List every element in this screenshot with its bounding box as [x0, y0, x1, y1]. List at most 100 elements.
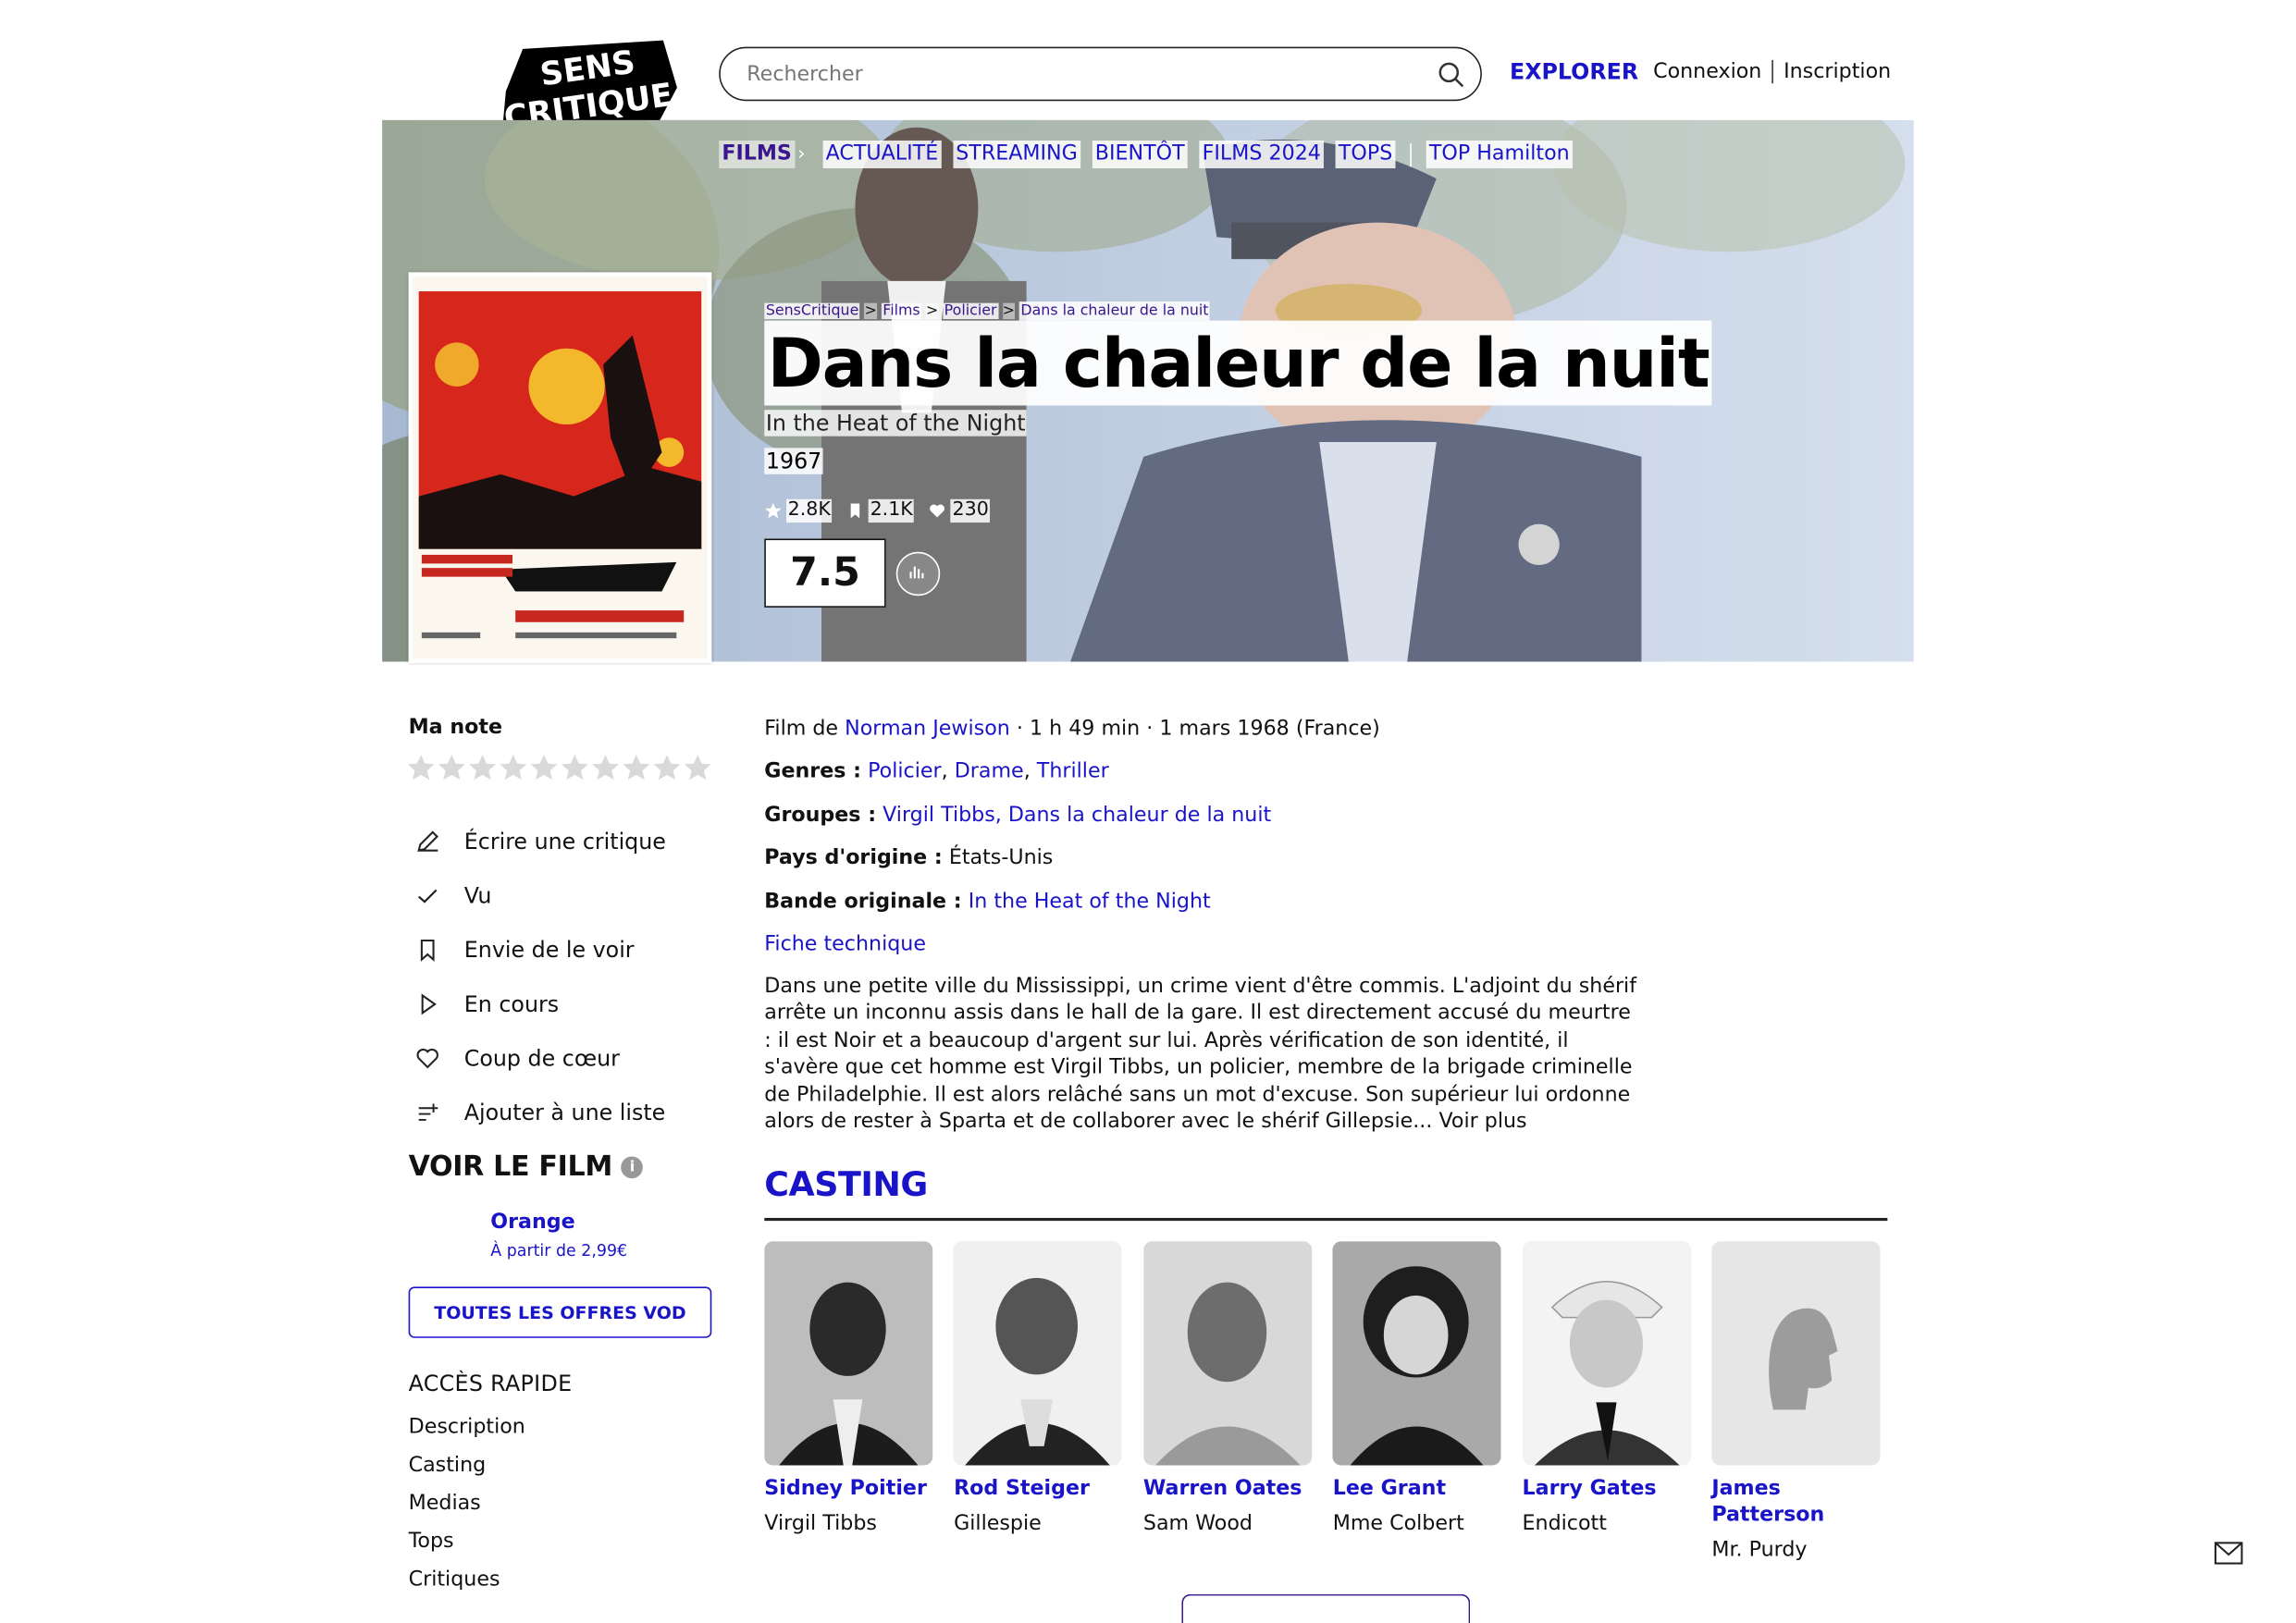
actor-name[interactable]: Sidney Poitier — [764, 1476, 932, 1502]
search-input[interactable] — [747, 58, 1391, 92]
rating-star-icon[interactable] — [528, 753, 559, 783]
wishlist-action[interactable]: Envie de le voir — [414, 922, 666, 977]
cast-card[interactable]: Warren Oates Sam Wood — [1142, 1241, 1312, 1563]
breadcrumb-policier[interactable]: Policier — [943, 301, 999, 321]
breadcrumb-home[interactable]: SensCritique — [764, 301, 860, 321]
actor-photo[interactable] — [954, 1241, 1123, 1466]
nav-actualite[interactable]: ACTUALITÉ — [822, 140, 942, 169]
in-progress-action[interactable]: En cours — [414, 977, 666, 1031]
film-year: 1967 — [764, 448, 823, 474]
provider-orange[interactable]: Orange — [490, 1211, 574, 1234]
genre-thriller[interactable]: Thriller — [1037, 760, 1109, 783]
quick-link-medias[interactable]: Medias — [409, 1487, 525, 1525]
auth-divider — [1771, 59, 1774, 84]
login-link[interactable]: Connexion — [1653, 60, 1761, 83]
breadcrumb: SensCritique > Films > Policier > Dans l… — [764, 301, 1211, 321]
actor-role: Mr. Purdy — [1711, 1538, 1808, 1562]
actor-photo[interactable] — [1522, 1241, 1691, 1466]
actor-role: Mme Colbert — [1332, 1512, 1464, 1536]
tech-sheet-link[interactable]: Fiche technique — [764, 932, 926, 955]
breadcrumb-current: Dans la chaleur de la nuit — [1018, 301, 1211, 321]
cast-card[interactable]: Lee Grant Mme Colbert — [1332, 1241, 1501, 1563]
film-poster[interactable] — [408, 272, 712, 664]
cast-card[interactable]: Larry Gates Endicott — [1522, 1241, 1691, 1563]
country-line: Pays d'origine : États-Unis — [764, 846, 1054, 870]
synopsis: Dans une petite ville du Mississippi, un… — [764, 974, 1643, 1136]
quick-link-description[interactable]: Description — [409, 1411, 525, 1449]
actor-photo[interactable] — [764, 1241, 933, 1466]
cast-card[interactable]: James Patterson Mr. Purdy — [1711, 1241, 1881, 1563]
heart-icon — [416, 1048, 438, 1068]
breadcrumb-separator: > — [926, 302, 939, 320]
nav-top-hamilton[interactable]: TOP Hamilton — [1426, 140, 1573, 169]
rating-star-icon[interactable] — [560, 753, 590, 783]
search-bar[interactable] — [719, 46, 1482, 102]
signup-link[interactable]: Inscription — [1784, 60, 1891, 83]
nav-films-2024[interactable]: FILMS 2024 — [1199, 140, 1325, 169]
explorer-link[interactable]: EXPLORER — [1510, 58, 1638, 84]
chevron-right-icon: › — [797, 143, 806, 166]
bookmark-icon — [850, 503, 860, 519]
mail-icon[interactable] — [2214, 1542, 2243, 1565]
actor-name[interactable]: Warren Oates — [1143, 1476, 1312, 1502]
list-add-icon — [418, 1102, 438, 1121]
breadcrumb-separator: > — [1002, 302, 1016, 320]
actor-name[interactable]: Rod Steiger — [954, 1476, 1122, 1502]
rating-star-icon[interactable] — [467, 753, 498, 783]
director-link[interactable]: Norman Jewison — [845, 718, 1010, 741]
ratings-count: 2.8K — [764, 498, 833, 523]
genre-drame[interactable]: Drame — [955, 760, 1024, 783]
heart-icon — [930, 504, 945, 518]
actor-photo[interactable] — [1332, 1241, 1501, 1466]
star-icon — [764, 502, 782, 519]
info-icon[interactable]: i — [621, 1155, 644, 1178]
favorite-action[interactable]: Coup de cœur — [414, 1030, 666, 1085]
bar-chart-icon — [909, 566, 924, 579]
rating-stars[interactable] — [405, 753, 712, 783]
provider-price: À partir de 2,99€ — [490, 1241, 628, 1260]
film-actions: Écrire une critique Vu Envie de le voir … — [414, 814, 666, 1138]
nav-bientot[interactable]: BIENTÔT — [1092, 140, 1188, 169]
nav-tops[interactable]: TOPS — [1335, 140, 1396, 169]
actor-name[interactable]: Larry Gates — [1523, 1476, 1691, 1502]
cast-card[interactable]: Sidney Poitier Virgil Tibbs — [764, 1241, 933, 1563]
rating-star-icon[interactable] — [498, 753, 528, 783]
search-icon[interactable] — [1437, 60, 1466, 90]
rating-star-icon[interactable] — [590, 753, 621, 783]
genres-line: Genres : Policier, Drame, Thriller — [764, 760, 1109, 784]
tech-sheet-line: Fiche technique — [764, 931, 1380, 975]
actor-role: Gillespie — [954, 1512, 1042, 1536]
nav-films[interactable]: FILMS — [719, 140, 796, 169]
bookmark-icon — [420, 939, 435, 962]
rating-star-icon[interactable] — [683, 753, 713, 783]
actor-name[interactable]: Lee Grant — [1333, 1476, 1501, 1502]
add-to-list-action[interactable]: Ajouter à une liste — [414, 1085, 666, 1139]
groups-link[interactable]: Virgil Tibbs, Dans la chaleur de la nuit — [883, 804, 1271, 827]
quick-link-casting[interactable]: Casting — [409, 1449, 525, 1487]
quick-access-heading: ACCÈS RAPIDE — [408, 1370, 573, 1397]
actor-photo-placeholder[interactable] — [1711, 1241, 1881, 1466]
rating-distribution-button[interactable] — [895, 551, 941, 596]
rating-star-icon[interactable] — [651, 753, 682, 783]
watch-film-heading: VOIR LE FILM i — [409, 1150, 644, 1183]
quick-link-critiques[interactable]: Critiques — [409, 1564, 525, 1602]
write-review-action[interactable]: Écrire une critique — [414, 814, 666, 868]
all-vod-offers-button[interactable]: TOUTES LES OFFRES VOD — [408, 1286, 712, 1338]
quick-link-tops[interactable]: Tops — [409, 1525, 525, 1563]
see-more-cast-button[interactable] — [1181, 1593, 1471, 1623]
auth-links: Connexion Inscription — [1653, 59, 1891, 84]
film-details: Film de Norman Jewison · 1 h 49 min · 1 … — [764, 716, 1380, 974]
see-more-link[interactable]: Voir plus — [1438, 1110, 1526, 1133]
breadcrumb-films[interactable]: Films — [881, 301, 922, 321]
cast-card[interactable]: Rod Steiger Gillespie — [954, 1241, 1123, 1563]
genre-policier[interactable]: Policier — [868, 760, 942, 783]
rating-star-icon[interactable] — [405, 753, 436, 783]
rating-star-icon[interactable] — [621, 753, 651, 783]
actor-photo[interactable] — [1142, 1241, 1312, 1466]
actor-name[interactable]: James Patterson — [1711, 1476, 1880, 1529]
soundtrack-line: Bande originale : In the Heat of the Nig… — [764, 889, 1211, 914]
soundtrack-link[interactable]: In the Heat of the Night — [969, 890, 1211, 913]
seen-action[interactable]: Vu — [414, 868, 666, 923]
nav-streaming[interactable]: STREAMING — [953, 140, 1080, 169]
rating-star-icon[interactable] — [437, 753, 467, 783]
